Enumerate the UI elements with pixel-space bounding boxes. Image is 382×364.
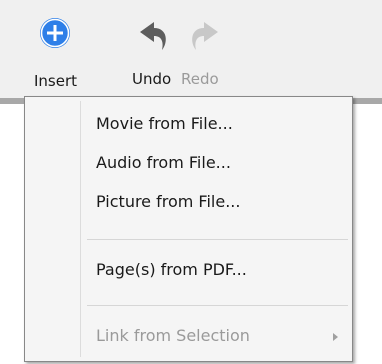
menu-item-pages-from-pdf[interactable]: Page(s) from PDF... — [27, 253, 350, 289]
redo-button[interactable]: Redo — [178, 0, 226, 98]
submenu-arrow-icon — [333, 333, 338, 341]
redo-icon — [192, 22, 218, 50]
menu-item-movie-from-file[interactable]: Movie from File... — [27, 107, 350, 143]
insert-button[interactable]: Insert — [28, 0, 98, 98]
menu-item-picture-from-file[interactable]: Picture from File... — [27, 185, 350, 221]
plus-circle-icon — [40, 18, 70, 48]
menu-separator — [87, 305, 348, 306]
redo-label: Redo — [181, 70, 219, 88]
undo-label: Undo — [132, 70, 172, 88]
insert-label: Insert — [34, 72, 78, 90]
undo-button[interactable]: Undo — [128, 0, 176, 98]
menu-item-label: Audio from File... — [96, 153, 231, 172]
undo-icon — [140, 22, 166, 50]
menu-item-label: Page(s) from PDF... — [96, 260, 247, 279]
toolbar: Insert Undo Redo — [0, 0, 382, 98]
menu-item-label: Picture from File... — [96, 192, 241, 211]
insert-menu: Movie from File... Audio from File... Pi… — [24, 96, 353, 362]
menu-separator — [87, 239, 348, 240]
menu-item-link-from-selection[interactable]: Link from Selection — [27, 319, 350, 355]
menu-item-label: Link from Selection — [96, 326, 250, 345]
menu-item-audio-from-file[interactable]: Audio from File... — [27, 146, 350, 182]
menu-item-label: Movie from File... — [96, 114, 233, 133]
